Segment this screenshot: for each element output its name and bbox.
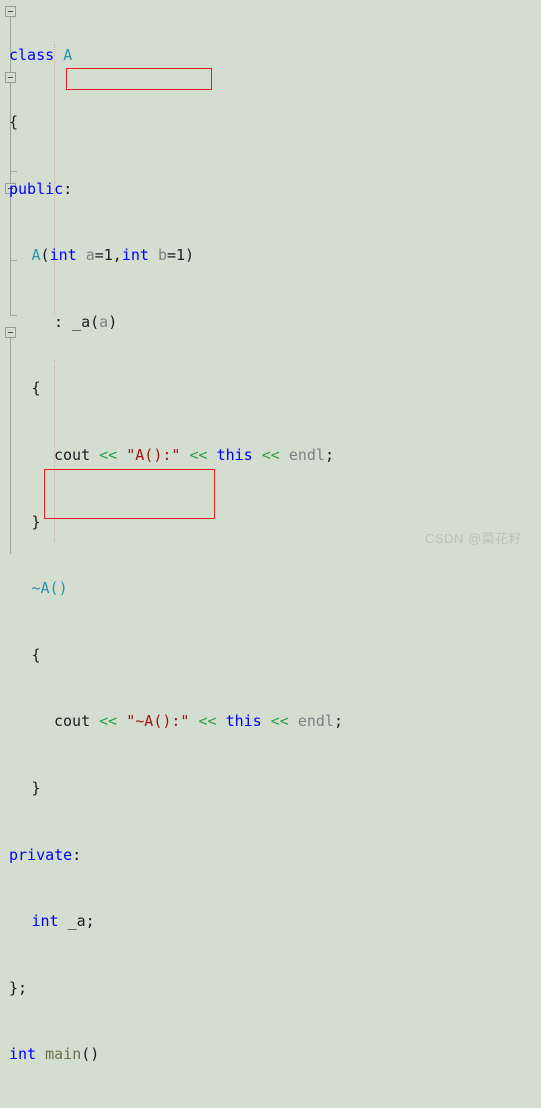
code-token: << xyxy=(270,712,289,731)
code-line-2[interactable]: { xyxy=(0,111,541,133)
code-line-6[interactable]: { xyxy=(0,377,541,399)
code-line-13[interactable]: private: xyxy=(0,844,541,866)
code-token: cout xyxy=(54,445,91,464)
code-token: int xyxy=(9,1045,37,1064)
code-editor[interactable]: class A { public: A(int a=1,int b=1) : _… xyxy=(0,0,541,1063)
code-line-5[interactable]: : _a(a) xyxy=(0,311,541,333)
code-token: ) xyxy=(108,312,118,331)
code-token: ; xyxy=(333,712,343,731)
code-token: A xyxy=(63,46,73,65)
code-token: _a; xyxy=(58,912,95,931)
code-line-3[interactable]: public: xyxy=(0,178,541,200)
code-line-15[interactable]: }; xyxy=(0,977,541,999)
code-token: : xyxy=(72,845,82,864)
code-token: b xyxy=(157,246,167,265)
code-token: } xyxy=(31,512,41,531)
code-token: private xyxy=(9,845,73,864)
csdn-watermark: CSDN @菜花籽 xyxy=(425,531,523,546)
code-token: this xyxy=(216,445,253,464)
code-token: () xyxy=(81,1045,100,1064)
code-token: << xyxy=(99,445,118,464)
code-token: "~A():" xyxy=(126,712,190,731)
code-token: "A():" xyxy=(126,445,181,464)
code-token: endl xyxy=(288,445,325,464)
code-line-4[interactable]: A(int a=1,int b=1) xyxy=(0,244,541,266)
code-token: public xyxy=(9,179,64,198)
code-token: << xyxy=(99,712,118,731)
code-token: =1, xyxy=(94,246,122,265)
code-line-1[interactable]: class A xyxy=(0,44,541,66)
code-line-12[interactable]: } xyxy=(0,777,541,799)
code-token: { xyxy=(9,113,19,131)
code-token: class xyxy=(9,46,55,65)
code-token: a xyxy=(99,312,109,331)
code-token: endl xyxy=(297,712,334,731)
code-token: : xyxy=(63,179,73,198)
code-line-9[interactable]: ~A() xyxy=(0,577,541,599)
code-token: ~A() xyxy=(31,579,68,598)
code-token: { xyxy=(31,645,41,664)
code-line-16[interactable]: int main() xyxy=(0,1043,541,1065)
code-token: this xyxy=(225,712,262,731)
code-token: int xyxy=(121,246,149,265)
code-token: << xyxy=(261,445,280,464)
code-token: ; xyxy=(324,445,334,464)
code-token: << xyxy=(189,445,208,464)
code-token: A xyxy=(31,246,41,265)
code-token: int xyxy=(49,246,77,265)
code-line-14[interactable]: int _a; xyxy=(0,910,541,932)
code-token: } xyxy=(31,778,41,797)
code-token: ( xyxy=(40,246,50,265)
code-text[interactable]: class A { public: A(int a=1,int b=1) : _… xyxy=(0,0,541,1108)
code-token: int xyxy=(31,912,59,931)
code-token: main xyxy=(45,1045,82,1064)
code-token: cout xyxy=(54,712,91,731)
code-token: { xyxy=(31,379,41,398)
code-token: a xyxy=(85,246,95,265)
code-line-10[interactable]: { xyxy=(0,644,541,666)
code-token: : _a( xyxy=(54,312,100,331)
code-token: =1) xyxy=(166,246,195,265)
code-line-11[interactable]: cout << "~A():" << this << endl; xyxy=(0,710,541,732)
code-token: }; xyxy=(9,978,28,997)
code-line-7[interactable]: cout << "A():" << this << endl; xyxy=(0,444,541,466)
code-token: << xyxy=(198,712,217,731)
